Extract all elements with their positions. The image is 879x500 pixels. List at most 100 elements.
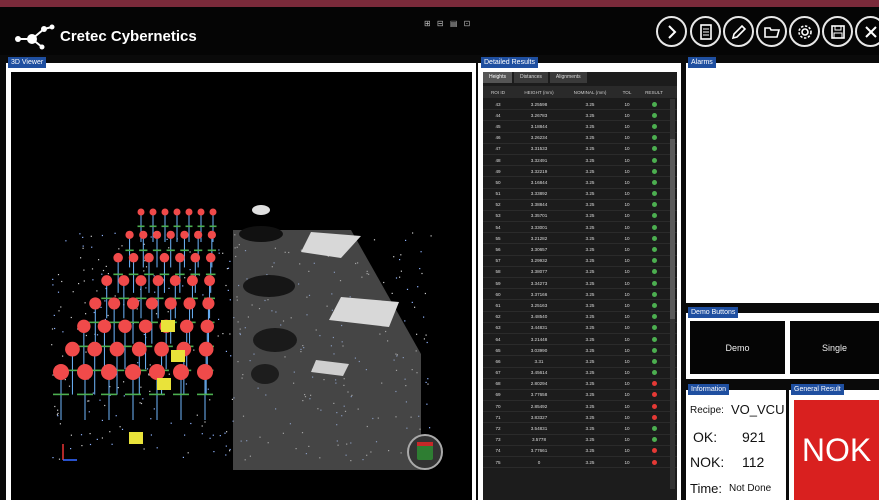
cloud-point [51,344,53,346]
height-cell: 3.26234 [530,135,548,141]
result-cell [639,247,669,253]
single-button[interactable]: Single [790,321,879,374]
ok-status-dot [651,426,657,432]
cloud-point [88,411,90,413]
table-row[interactable]: 73 3.5778 3.25 10 [483,435,677,446]
roi-id-cell: 61 [495,302,501,308]
tab-alignments[interactable]: Alignments [549,72,587,83]
table-row[interactable]: 48 3.32491 3.25 10 [483,155,677,167]
column-header[interactable]: TOL [615,90,639,95]
nominal-cell: 3.25 [585,325,595,331]
table-row[interactable]: 47 3.31533 3.25 10 [483,144,677,155]
pin-head [187,275,198,286]
height-cell: 3.21282 [530,235,548,241]
close-button[interactable] [855,16,879,47]
cloud-point [190,422,192,425]
column-header[interactable]: RESULT [639,90,669,95]
table-row[interactable]: 44 3.26783 3.25 10 [483,110,677,122]
pin-head [144,252,154,263]
demo-button[interactable]: Demo [690,321,785,374]
table-row[interactable]: 61 3.25163 3.25 10 [483,300,677,312]
table-row[interactable]: 68 2.80294 3.25 10 [483,379,677,390]
cloud-point [58,310,60,312]
edit-button[interactable] [723,16,754,47]
cloud-point [123,381,125,383]
alarms-panel [686,63,879,303]
table-row[interactable]: 64 3.21448 3.25 10 [483,334,677,346]
open-folder-button[interactable] [756,16,787,47]
table-row[interactable]: 55 3.21282 3.25 10 [483,233,677,245]
cloud-point [150,434,152,436]
table-row[interactable]: 62 3.48540 3.25 10 [483,312,677,323]
point-cloud[interactable] [11,72,472,500]
table-row[interactable]: 59 3.34273 3.25 10 [483,278,677,290]
table-row[interactable]: 58 3.38077 3.25 10 [483,267,677,278]
result-cell [639,280,669,286]
nominal-cell: 3.25 [585,168,595,174]
result-cell [639,157,669,163]
table-row[interactable]: 45 3.18844 3.25 10 [483,121,677,133]
table-row[interactable]: 66 3.31 3.25 10 [483,356,677,368]
ok-status-dot [651,437,657,443]
next-button[interactable] [656,16,687,47]
table-row[interactable]: 43 3.25598 3.25 10 [483,99,677,111]
viewer-canvas[interactable] [11,72,472,500]
tol-cell: 10 [624,191,630,197]
height-cell: 2.80294 [530,381,548,387]
cloud-point [136,308,138,310]
document-button[interactable] [690,16,721,47]
height-cell: 3.32491 [530,157,548,163]
roi-id-cell: 46 [495,135,501,141]
table-row[interactable]: 56 3.30657 3.25 10 [483,244,677,256]
result-cell [639,314,669,320]
table-row[interactable]: 69 3.77658 3.25 10 [483,390,677,402]
table-row[interactable]: 57 3.29932 3.25 10 [483,256,677,267]
settings-button[interactable] [789,16,820,47]
window-mini-icons[interactable]: ⊞ ⊟ ▤ ⊡ [424,19,472,28]
table-row[interactable]: 63 3.44831 3.25 10 [483,323,677,334]
cloud-point [229,299,231,301]
result-cell [639,191,669,197]
table-row[interactable]: 72 3.54831 3.25 10 [483,423,677,435]
cloud-point [412,232,414,234]
table-row[interactable]: 51 3.33892 3.25 10 [483,189,677,200]
cloud-point [89,443,92,446]
cloud-point [202,294,204,296]
ok-status-dot [651,101,657,107]
table-row[interactable]: 67 3.45614 3.25 10 [483,368,677,379]
pin-marker [135,297,147,300]
table-row[interactable]: 65 3.03990 3.25 10 [483,345,677,357]
table-row[interactable]: 71 3.83327 3.25 10 [483,412,677,424]
table-row[interactable]: 60 3.37166 3.25 10 [483,289,677,301]
column-header[interactable]: ROI ID [483,90,513,95]
tol-cell: 10 [624,358,630,364]
table-row[interactable]: 46 3.26234 3.25 10 [483,133,677,144]
table-row[interactable]: 50 3.16844 3.25 10 [483,177,677,189]
save-button[interactable] [822,16,853,47]
table-row[interactable]: 74 3.77661 3.25 10 [483,446,677,457]
pin-head [204,275,215,286]
table-row[interactable]: 53 3.35701 3.25 10 [483,211,677,223]
cloud-point [229,260,231,262]
column-header[interactable]: HEIGHT (mm) [513,90,565,95]
results-scrollbar[interactable] [670,99,675,489]
cloud-point [115,415,117,417]
part-hole [239,226,283,242]
table-row[interactable]: 49 3.32219 3.25 10 [483,166,677,178]
table-row[interactable]: 54 3.33001 3.25 10 [483,222,677,234]
cloud-point [68,385,71,387]
table-row[interactable]: 70 2.85492 3.25 10 [483,401,677,413]
column-header[interactable]: NOMINAL (mm) [565,90,615,95]
table-row[interactable]: 52 3.38844 3.25 10 [483,200,677,211]
ok-status-dot [651,202,657,208]
result-cell [639,414,669,420]
cloud-point [153,275,155,277]
tab-heights[interactable]: Heights [483,72,512,83]
cloud-point [85,334,87,337]
cloud-point [82,245,84,247]
cloud-point [149,390,151,392]
scrollbar-thumb[interactable] [670,139,675,319]
table-row[interactable]: 75 0 3.25 10 [483,457,677,469]
height-cell: 3.33001 [530,224,548,230]
tab-distances[interactable]: Distances [513,72,548,83]
